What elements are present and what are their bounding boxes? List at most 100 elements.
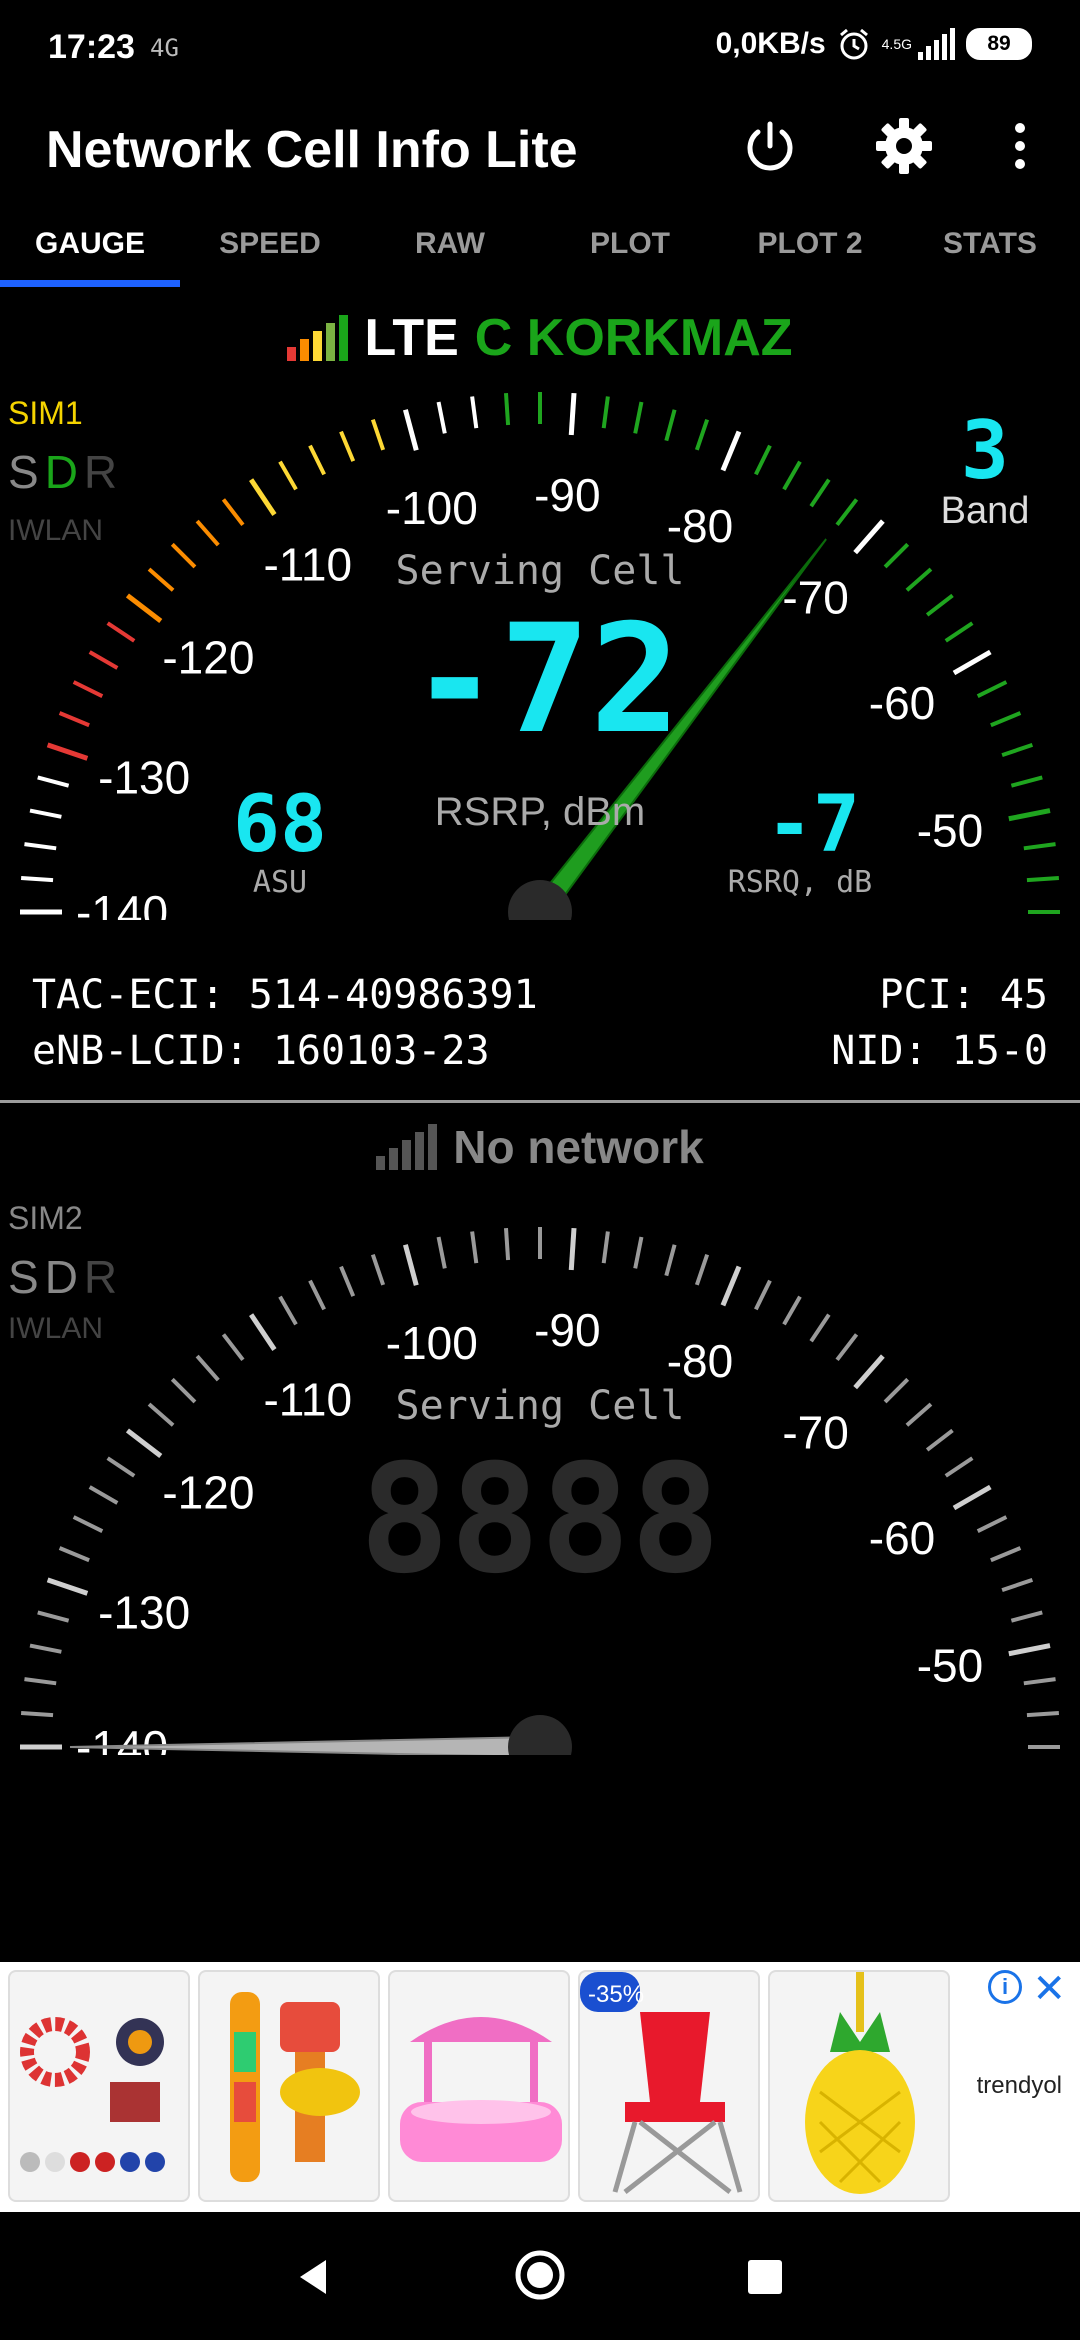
- app-title: Network Cell Info Lite: [46, 121, 578, 179]
- sim1-tick: [503, 392, 511, 426]
- battery-level: 89: [987, 32, 1011, 55]
- ad-close-icon[interactable]: ✕: [1032, 1966, 1066, 2012]
- sim2-tick: [278, 1295, 298, 1326]
- tab-gauge[interactable]: GAUGE: [0, 215, 180, 287]
- sim1-tick-label: -140: [76, 886, 168, 920]
- sim2-tick-label: -60: [869, 1512, 935, 1564]
- battery-indicator: 89: [966, 28, 1032, 60]
- ad-item-folding-chair[interactable]: -35%: [578, 1970, 760, 2202]
- nav-bar: [0, 2212, 1080, 2340]
- ad-banner[interactable]: -35% i ✕ trendyol: [0, 1962, 1080, 2212]
- tab-speed[interactable]: SPEED: [180, 215, 360, 287]
- status-right: 0,0KB/s 4.5G 89: [716, 26, 1032, 62]
- tab-plot[interactable]: PLOT: [540, 215, 720, 287]
- sim1-tick: [1008, 808, 1051, 822]
- sim2-tick: [308, 1279, 326, 1311]
- sim1-tick-label: -50: [917, 804, 983, 856]
- sim1-tick: [925, 593, 954, 617]
- sim2-tick: [29, 1643, 62, 1654]
- sim2-tick: [72, 1515, 104, 1533]
- sim1-tick: [883, 542, 910, 569]
- sim2-tick: [1026, 1710, 1060, 1718]
- sim2-tick: [944, 1456, 974, 1478]
- sim1-tick: [664, 409, 677, 442]
- tab-bar: GAUGE SPEED RAW PLOT PLOT 2 STATS: [0, 215, 1080, 287]
- status-bar: 17:23 4G 0,0KB/s 4.5G 89: [0, 0, 1080, 100]
- sim2-tick: [249, 1313, 277, 1351]
- tac-eci: TAC-ECI: 514-40986391: [32, 972, 538, 1018]
- sim2-tick: [568, 1227, 577, 1271]
- sim1-tick: [278, 460, 298, 491]
- asu-display: 68 ASU: [225, 785, 335, 900]
- sim2-tick: [170, 1377, 197, 1404]
- sim1-tick: [853, 519, 885, 555]
- sim2-tick-label: -90: [534, 1304, 600, 1356]
- sim1-tick: [147, 567, 175, 592]
- sim2-tick: [782, 1295, 802, 1326]
- sim2-tick: [503, 1227, 511, 1261]
- rsrp-unit: RSRP, dBm: [434, 790, 646, 834]
- sim1-tick-label: -100: [386, 482, 478, 534]
- sim2-tick: [1023, 1677, 1056, 1686]
- power-icon[interactable]: [740, 116, 800, 176]
- recents-icon[interactable]: [740, 2252, 790, 2302]
- sim2-tick: [1008, 1643, 1051, 1657]
- sim1-tick-label: -120: [162, 632, 254, 684]
- sim1-tick: [58, 711, 90, 728]
- ad-item-kiddie-pool[interactable]: [388, 1970, 570, 2202]
- sim1-tick: [633, 401, 644, 434]
- sim1-tick: [339, 430, 356, 462]
- sim1-tick: [782, 460, 802, 491]
- ad-item-pineapple-cup[interactable]: [768, 1970, 950, 2202]
- sim1-tick: [195, 519, 220, 547]
- sim2-tick: [601, 1231, 610, 1264]
- sim1-tick: [470, 396, 479, 429]
- sim1-tick: [402, 409, 419, 451]
- sim2-tick: [402, 1244, 419, 1286]
- ad-brand[interactable]: trendyol: [977, 2072, 1062, 2100]
- sim1-tick: [29, 808, 62, 819]
- sim2-tick: [20, 1710, 54, 1718]
- more-vert-icon[interactable]: [990, 116, 1050, 176]
- ad-info-icon[interactable]: i: [988, 1970, 1022, 2004]
- enb-lcid: eNB-LCID: 160103-23: [32, 1028, 490, 1074]
- asu-value: 68: [233, 780, 327, 870]
- sim1-tick: [835, 498, 859, 527]
- sim1-tick: [1001, 742, 1034, 758]
- band-value: 3: [960, 404, 1010, 497]
- sim1-tick-label: -130: [98, 752, 190, 804]
- sim2-tick: [370, 1253, 386, 1286]
- gear-icon[interactable]: [874, 116, 934, 176]
- ad-item-magnetic-balls[interactable]: [8, 1970, 190, 2202]
- sim2-tick-label: -50: [917, 1639, 983, 1691]
- home-icon[interactable]: [512, 2247, 568, 2303]
- sim2-tick: [195, 1354, 220, 1382]
- sim1-tick: [809, 478, 831, 508]
- sim2-tick: [990, 1546, 1022, 1563]
- sim1-tick-label: -110: [263, 538, 352, 590]
- tab-stats[interactable]: STATS: [900, 215, 1080, 287]
- sim2-tick: [720, 1265, 742, 1307]
- sim2-tick: [125, 1428, 163, 1458]
- sim1-tick: [976, 680, 1008, 698]
- band-display: 3 Band: [940, 404, 1030, 533]
- sim2-tick: [633, 1236, 644, 1269]
- sim2-tick: [853, 1354, 885, 1390]
- rsrq-value: -7: [766, 780, 860, 870]
- sim2-tick: [905, 1402, 933, 1427]
- sim2-tick-label: -140: [76, 1721, 168, 1755]
- sim1-tick: [1026, 875, 1060, 883]
- back-icon[interactable]: [290, 2252, 340, 2302]
- sim1-tick: [24, 842, 57, 851]
- alarm-icon: [839, 28, 868, 60]
- tab-plot2[interactable]: PLOT 2: [720, 215, 900, 287]
- sim2-tick: [436, 1236, 447, 1269]
- sim2-value-placeholder: 8888: [359, 1433, 721, 1607]
- sim1-tick: [944, 621, 974, 643]
- sim2-tick: [754, 1279, 772, 1311]
- tab-raw[interactable]: RAW: [360, 215, 540, 287]
- ad-item-magic-kitchen[interactable]: [198, 1970, 380, 2202]
- sim2-tick: [835, 1333, 859, 1362]
- sim1-tick: [72, 680, 104, 698]
- sim1-tick-label: -70: [782, 572, 848, 624]
